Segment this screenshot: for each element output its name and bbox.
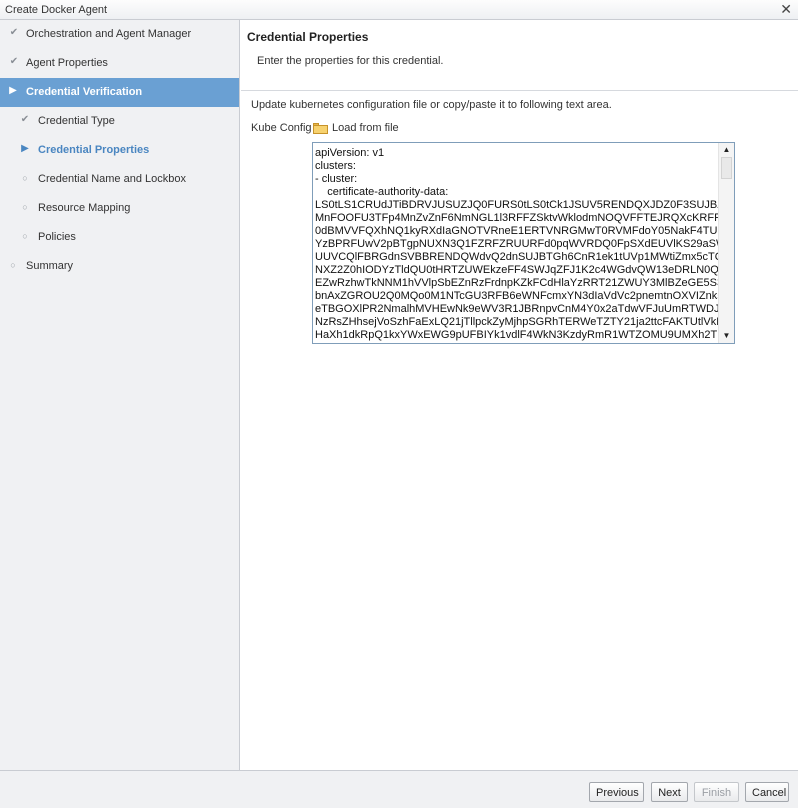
window-titlebar: Create Docker Agent ✕ (0, 0, 798, 20)
step-summary[interactable]: ○ Summary (0, 252, 239, 281)
step-credential-properties[interactable]: ▶ Credential Properties (0, 136, 239, 165)
checkmark-icon: ✔ (9, 27, 19, 38)
step-orchestration-and-agent-manager[interactable]: ✔ Orchestration and Agent Manager (0, 20, 239, 49)
checkmark-icon: ✔ (20, 114, 30, 125)
circle-icon: ○ (22, 231, 28, 241)
step-credential-name-and-lockbox[interactable]: ○ Credential Name and Lockbox (0, 165, 239, 194)
step-label: Credential Name and Lockbox (38, 173, 186, 185)
instruction-text: Update kubernetes configuration file or … (251, 99, 612, 111)
main-content: Credential Properties Enter the properti… (241, 20, 798, 770)
step-label: Agent Properties (26, 57, 108, 69)
page-title: Credential Properties (247, 30, 369, 44)
step-policies[interactable]: ○ Policies (0, 223, 239, 252)
step-label: Credential Verification (26, 86, 143, 98)
scroll-thumb[interactable] (721, 157, 732, 179)
cancel-button[interactable]: Cancel (745, 782, 789, 802)
load-from-file-label: Load from file (332, 122, 399, 134)
step-agent-properties[interactable]: ✔ Agent Properties (0, 49, 239, 78)
page-subtitle: Enter the properties for this credential… (257, 55, 444, 67)
step-credential-verification[interactable]: ▶ Credential Verification (0, 78, 239, 107)
kube-config-textarea[interactable]: apiVersion: v1 clusters: - cluster: cert… (312, 142, 735, 344)
step-label: Credential Properties (38, 144, 150, 156)
window-title: Create Docker Agent (5, 4, 108, 16)
textarea-scrollbar[interactable]: ▲ ▼ (718, 143, 734, 343)
circle-icon: ○ (22, 173, 28, 183)
next-button[interactable]: Next (651, 782, 688, 802)
circle-icon: ○ (10, 260, 16, 270)
divider (241, 90, 798, 91)
checkmark-icon: ✔ (9, 56, 19, 67)
finish-button: Finish (694, 782, 739, 802)
step-label: Resource Mapping (38, 202, 131, 214)
step-label: Policies (38, 231, 76, 243)
step-label: Orchestration and Agent Manager (26, 28, 192, 40)
arrow-right-icon: ▶ (21, 143, 29, 154)
scroll-down-icon[interactable]: ▼ (719, 329, 734, 343)
kube-config-label: Kube Config (251, 122, 312, 134)
scroll-up-icon[interactable]: ▲ (719, 143, 734, 157)
previous-button[interactable]: Previous (589, 782, 644, 802)
wizard-steps-sidebar: ✔ Orchestration and Agent Manager ✔ Agen… (0, 20, 240, 770)
circle-icon: ○ (22, 202, 28, 212)
step-label: Credential Type (38, 115, 115, 127)
kube-config-text[interactable]: apiVersion: v1 clusters: - cluster: cert… (313, 143, 718, 343)
wizard-footer: Previous Next Finish Cancel (0, 770, 798, 808)
folder-icon (313, 123, 328, 134)
step-label: Summary (26, 260, 74, 272)
step-credential-type[interactable]: ✔ Credential Type (0, 107, 239, 136)
step-resource-mapping[interactable]: ○ Resource Mapping (0, 194, 239, 223)
close-icon[interactable]: ✕ (780, 1, 792, 18)
arrow-right-icon: ▶ (9, 85, 17, 96)
